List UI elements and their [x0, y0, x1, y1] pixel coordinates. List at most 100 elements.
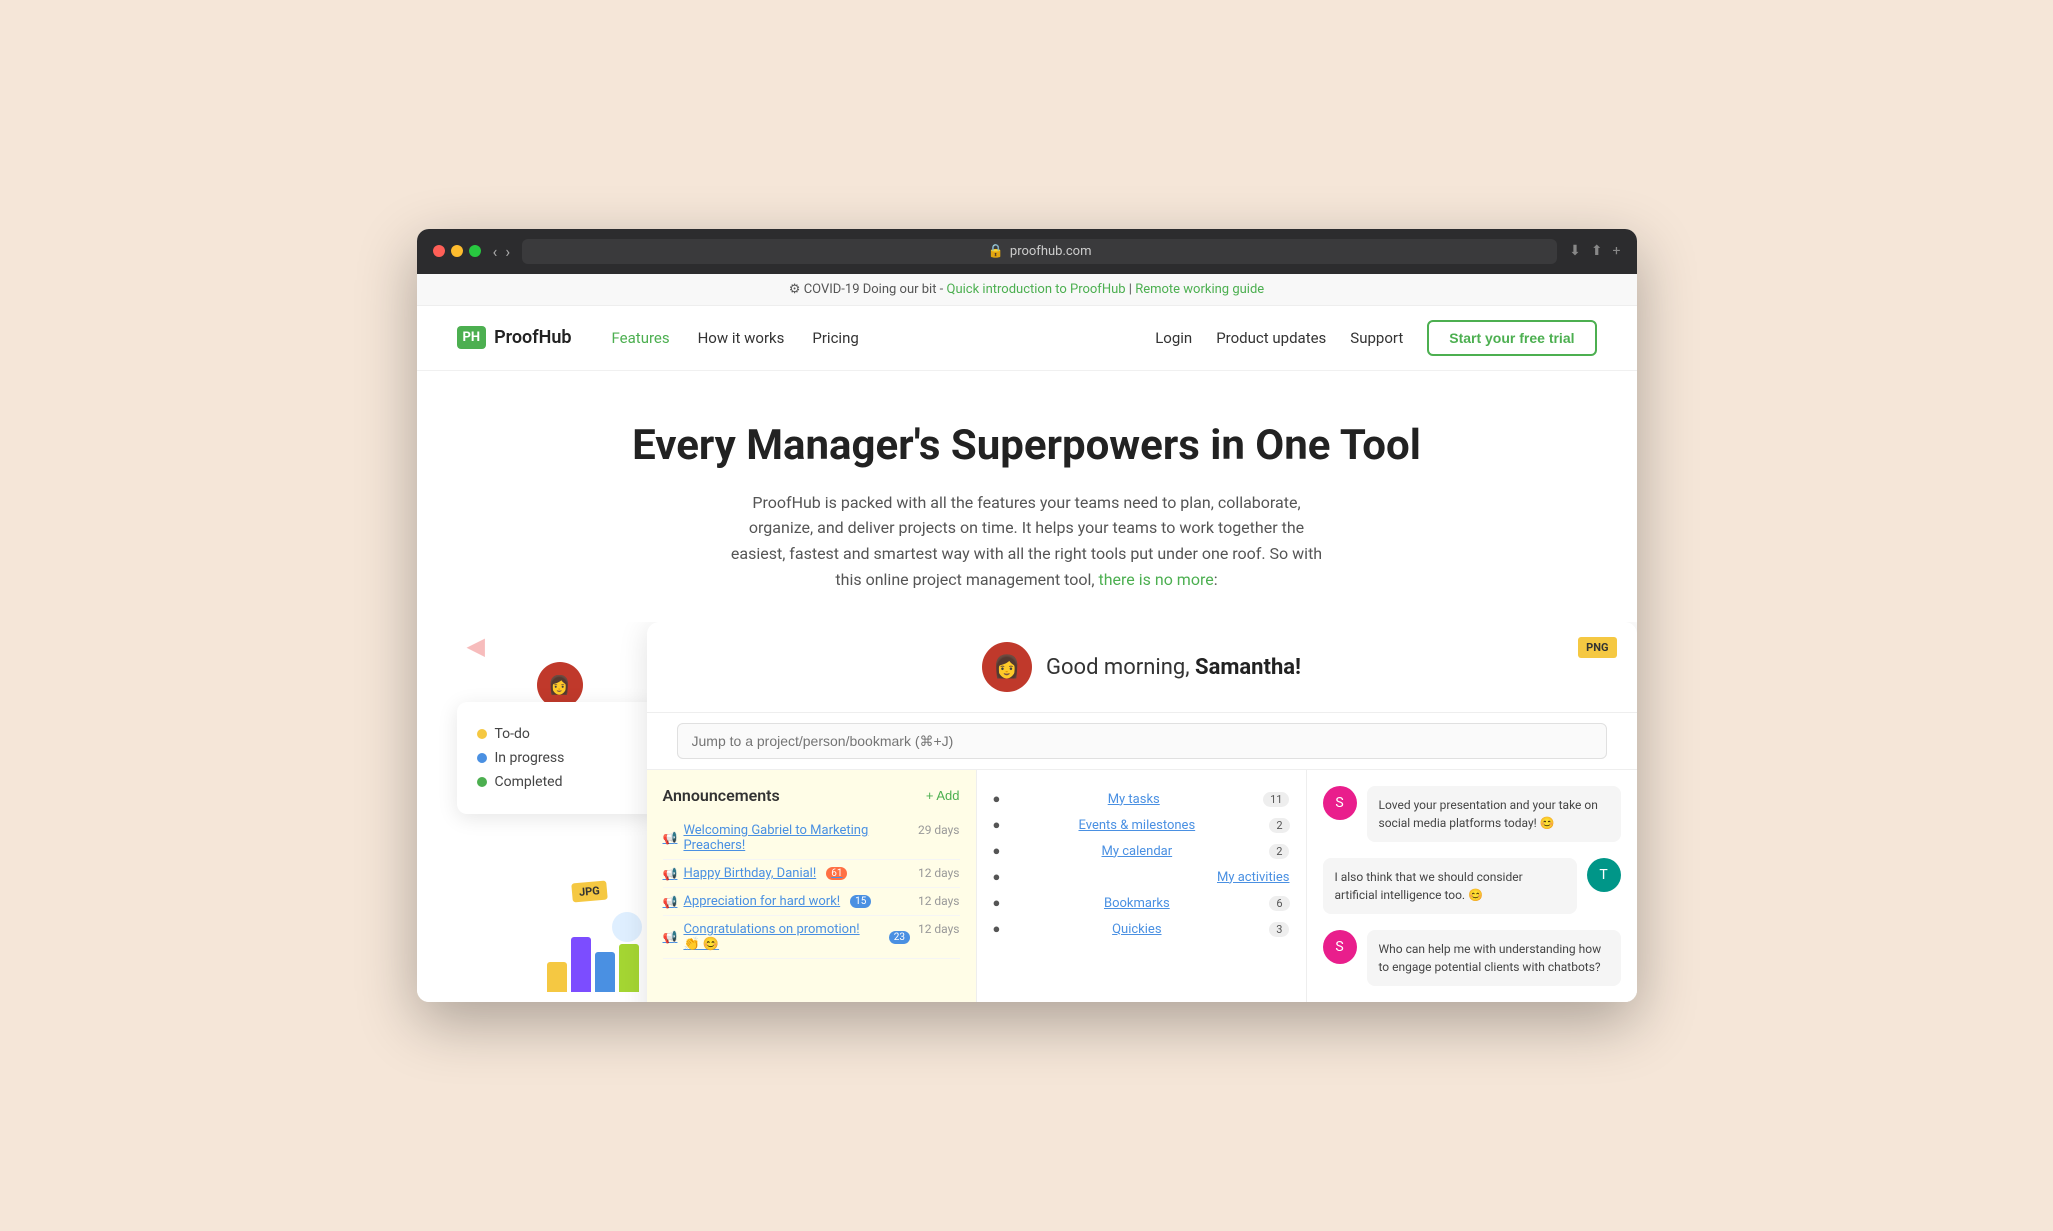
add-announcement-button[interactable]: + Add: [926, 788, 960, 803]
announcement-badge-4: 23: [889, 931, 910, 944]
bullet-1: ●: [993, 791, 1001, 807]
nav-support[interactable]: Support: [1350, 329, 1403, 347]
minimize-button[interactable]: [451, 245, 463, 257]
bookmarks-link[interactable]: Bookmarks: [1104, 896, 1170, 911]
chat-avatar-3: S: [1323, 930, 1357, 964]
hero-title: Every Manager's Superpowers in One Tool: [457, 421, 1597, 470]
in-progress-dot: [477, 753, 487, 763]
announcement-badge-3: 15: [850, 895, 871, 908]
megaphone-icon-1: 📢: [663, 831, 678, 845]
lock-icon: 🔒: [988, 244, 1004, 259]
hero-link[interactable]: there is no more: [1099, 570, 1214, 589]
browser-actions: ⬇ ⬆ +: [1569, 243, 1620, 259]
events-link[interactable]: Events & milestones: [1079, 818, 1196, 833]
logo-text: ProofHub: [494, 327, 571, 348]
chat-bubble-3: Who can help me with understanding how t…: [1367, 930, 1621, 986]
chat-panel: S Loved your presentation and your take …: [1307, 770, 1637, 1002]
status-in-progress: In progress: [477, 750, 637, 766]
app-ui-main: 👩 Good morning, Samantha! PNG Announce: [647, 622, 1637, 1002]
nav-links: Features How it works Pricing: [612, 329, 1156, 347]
todo-label: To-do: [495, 726, 530, 742]
nav-login[interactable]: Login: [1155, 329, 1192, 347]
nav-features[interactable]: Features: [612, 329, 670, 347]
megaphone-icon-3: 📢: [663, 895, 678, 909]
bullet-6: ●: [993, 921, 1001, 937]
chat-message-2: I also think that we should consider art…: [1323, 858, 1621, 914]
forward-icon[interactable]: ›: [505, 242, 510, 261]
quickies-count: 3: [1269, 922, 1289, 937]
announcement-item-1: 📢 Welcoming Gabriel to Marketing Preache…: [663, 817, 960, 860]
chat-bubble-1: Loved your presentation and your take on…: [1367, 786, 1621, 842]
navbar: PH ProofHub Features How it works Pricin…: [417, 306, 1637, 371]
bar-4: [619, 944, 639, 992]
announcement-item-4: 📢 Congratulations on promotion! 👏 😊 23 1…: [663, 916, 960, 959]
announcement-text-3: Appreciation for hard work!: [683, 894, 840, 909]
hero-description: ProofHub is packed with all the features…: [727, 490, 1327, 592]
announcements-panel: Announcements + Add 📢 Welcoming Gabriel …: [647, 770, 977, 1002]
close-button[interactable]: [433, 245, 445, 257]
trial-button[interactable]: Start your free trial: [1427, 320, 1596, 356]
bar-chart-preview: [547, 937, 639, 992]
quick-intro-link[interactable]: Quick introduction to ProofHub: [947, 282, 1126, 297]
chat-avatar-2: T: [1587, 858, 1621, 892]
my-tasks-link[interactable]: My tasks: [1108, 792, 1160, 807]
bar-1: [547, 962, 567, 992]
app-header: 👩 Good morning, Samantha! PNG: [647, 622, 1637, 713]
address-bar[interactable]: 🔒 proofhub.com: [522, 239, 1557, 264]
announcement-text-2: Happy Birthday, Danial!: [683, 866, 816, 881]
my-tasks-count: 11: [1263, 792, 1289, 807]
png-badge: PNG: [1578, 637, 1616, 658]
bar-2: [571, 937, 591, 992]
search-input[interactable]: [677, 723, 1607, 759]
hero-section: Every Manager's Superpowers in One Tool …: [417, 371, 1637, 622]
todo-dot: [477, 729, 487, 739]
share-icon[interactable]: ⬆: [1591, 243, 1603, 259]
left-sidebar-preview: To-do In progress Completed: [457, 702, 657, 814]
task-item-events: ● Events & milestones 2: [993, 812, 1290, 838]
back-icon[interactable]: ‹: [493, 242, 498, 261]
download-icon[interactable]: ⬇: [1569, 243, 1581, 259]
logo-icon: PH: [457, 326, 487, 349]
app-user-avatar: 👩: [982, 642, 1032, 692]
greeting-text: Good morning, Samantha!: [1046, 655, 1301, 680]
announcement-link-1[interactable]: 📢 Welcoming Gabriel to Marketing Preache…: [663, 823, 910, 853]
tasks-panel: ● My tasks 11 ● Events & milestones 2 ● …: [977, 770, 1307, 1002]
activities-link[interactable]: My activities: [1217, 870, 1290, 885]
page-content: ⚙ COVID-19 Doing our bit - Quick introdu…: [417, 274, 1637, 1002]
announcement-link-2[interactable]: 📢 Happy Birthday, Danial! 61: [663, 866, 910, 881]
remote-guide-link[interactable]: Remote working guide: [1135, 282, 1264, 297]
bookmarks-count: 6: [1269, 896, 1289, 911]
url-text: proofhub.com: [1010, 244, 1092, 259]
completed-label: Completed: [495, 774, 563, 790]
completed-dot: [477, 777, 487, 787]
announcement-item-3: 📢 Appreciation for hard work! 15 12 days: [663, 888, 960, 916]
bullet-4: ●: [993, 869, 1001, 885]
task-item-calendar: ● My calendar 2: [993, 838, 1290, 864]
chat-message-1: S Loved your presentation and your take …: [1323, 786, 1621, 842]
jpg-badge: JPG: [571, 881, 607, 903]
in-progress-label: In progress: [495, 750, 565, 766]
announcement-link-3[interactable]: 📢 Appreciation for hard work! 15: [663, 894, 910, 909]
nav-how-it-works[interactable]: How it works: [698, 329, 785, 347]
gear-icon: ⚙: [789, 282, 801, 297]
quickies-link[interactable]: Quickies: [1112, 922, 1161, 937]
new-tab-icon[interactable]: +: [1613, 243, 1621, 259]
announcements-title: Announcements: [663, 786, 780, 805]
traffic-lights: [433, 245, 481, 257]
announcement-text: COVID-19 Doing our bit -: [804, 282, 944, 297]
bullet-2: ●: [993, 817, 1001, 833]
calendar-link[interactable]: My calendar: [1102, 844, 1173, 859]
announcement-link-4[interactable]: 📢 Congratulations on promotion! 👏 😊 23: [663, 922, 910, 952]
chat-bubble-2: I also think that we should consider art…: [1323, 858, 1577, 914]
maximize-button[interactable]: [469, 245, 481, 257]
task-item-quickies: ● Quickies 3: [993, 916, 1290, 942]
megaphone-icon-4: 📢: [663, 930, 678, 944]
browser-chrome: ‹ › 🔒 proofhub.com ⬇ ⬆ +: [417, 229, 1637, 274]
nav-pricing[interactable]: Pricing: [812, 329, 858, 347]
events-count: 2: [1269, 818, 1289, 833]
nav-right: Login Product updates Support Start your…: [1155, 320, 1596, 356]
nav-product-updates[interactable]: Product updates: [1216, 329, 1326, 347]
announcement-item-2: 📢 Happy Birthday, Danial! 61 12 days: [663, 860, 960, 888]
status-completed: Completed: [477, 774, 637, 790]
logo[interactable]: PH ProofHub: [457, 326, 572, 349]
